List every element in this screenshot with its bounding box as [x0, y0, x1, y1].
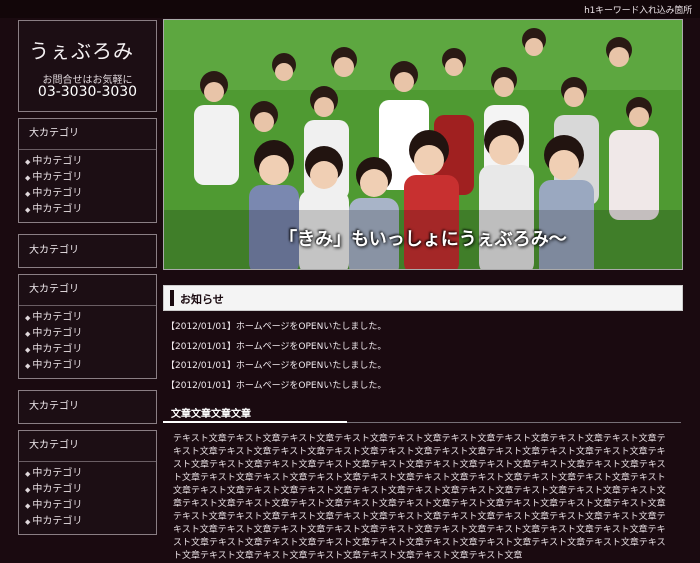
subcategory-item[interactable]: ◆ 中カテゴリ [25, 466, 156, 482]
news-item[interactable]: 【2012/01/01】ホームページをOPENいたしました。 [166, 319, 386, 339]
news-list: 【2012/01/01】ホームページをOPENいたしました。 【2012/01/… [166, 319, 386, 397]
bullet-icon: ◆ [25, 330, 31, 338]
category-box-3: 大カテゴリ ◆ 中カテゴリ ◆ 中カテゴリ ◆ 中カテゴリ ◆ 中カテゴリ [18, 274, 157, 379]
bullet-icon: ◆ [25, 502, 31, 510]
top-bar: h1キーワード入れ込み箇所 [0, 0, 700, 18]
bullet-icon: ◆ [25, 158, 31, 166]
section-underline [163, 421, 347, 423]
hero-image: 「きみ」もいっしょにうぇぶろみ〜 [163, 19, 683, 270]
bullet-icon: ◆ [25, 486, 31, 494]
subcategory-list: ◆ 中カテゴリ ◆ 中カテゴリ ◆ 中カテゴリ ◆ 中カテゴリ [19, 306, 156, 378]
subcategory-item[interactable]: ◆ 中カテゴリ [25, 358, 156, 374]
bullet-icon: ◆ [25, 206, 31, 214]
bullet-icon: ◆ [25, 346, 31, 354]
body-text: テキスト文章テキスト文章テキスト文章テキスト文章テキスト文章テキスト文章テキスト… [173, 434, 666, 561]
news-heading-box: お知らせ [163, 285, 683, 311]
category-box-4: 大カテゴリ [18, 390, 157, 424]
subcategory-item[interactable]: ◆ 中カテゴリ [25, 170, 156, 186]
news-item[interactable]: 【2012/01/01】ホームページをOPENいたしました。 [166, 358, 386, 378]
category-heading[interactable]: 大カテゴリ [19, 391, 156, 423]
news-item[interactable]: 【2012/01/01】ホームページをOPENいたしました。 [166, 339, 386, 359]
section-divider [347, 422, 681, 423]
section-title: 文章文章文章文章 [171, 409, 251, 420]
site-title[interactable]: うぇぶろみ [29, 35, 134, 64]
subcategory-item[interactable]: ◆ 中カテゴリ [25, 202, 156, 218]
hero-caption: 「きみ」もいっしょにうぇぶろみ〜 [279, 229, 567, 250]
category-box-2: 大カテゴリ [18, 234, 157, 268]
subcategory-list: ◆ 中カテゴリ ◆ 中カテゴリ ◆ 中カテゴリ ◆ 中カテゴリ [19, 150, 156, 222]
news-item[interactable]: 【2012/01/01】ホームページをOPENいたしました。 [166, 378, 386, 398]
site-logo-box[interactable]: うぇぶろみ お問合せはお気軽に 03-3030-3030 [18, 20, 157, 112]
subcategory-item[interactable]: ◆ 中カテゴリ [25, 326, 156, 342]
category-heading[interactable]: 大カテゴリ [19, 235, 156, 267]
bullet-icon: ◆ [25, 174, 31, 182]
phone-number: 03-3030-3030 [37, 84, 138, 100]
bullet-icon: ◆ [25, 362, 31, 370]
bullet-icon: ◆ [25, 314, 31, 322]
h1-keyword-text: h1キーワード入れ込み箇所 [584, 6, 692, 16]
subcategory-item[interactable]: ◆ 中カテゴリ [25, 310, 156, 326]
bullet-icon: ◆ [25, 190, 31, 198]
category-box-1: 大カテゴリ ◆ 中カテゴリ ◆ 中カテゴリ ◆ 中カテゴリ ◆ 中カテゴリ [18, 118, 157, 223]
category-heading[interactable]: 大カテゴリ [19, 119, 156, 150]
category-heading[interactable]: 大カテゴリ [19, 275, 156, 306]
subcategory-item[interactable]: ◆ 中カテゴリ [25, 186, 156, 202]
subcategory-list: ◆ 中カテゴリ ◆ 中カテゴリ ◆ 中カテゴリ ◆ 中カテゴリ [19, 462, 156, 534]
subcategory-item[interactable]: ◆ 中カテゴリ [25, 482, 156, 498]
category-box-5: 大カテゴリ ◆ 中カテゴリ ◆ 中カテゴリ ◆ 中カテゴリ ◆ 中カテゴリ [18, 430, 157, 535]
subcategory-item[interactable]: ◆ 中カテゴリ [25, 498, 156, 514]
bullet-icon: ◆ [25, 470, 31, 478]
subcategory-item[interactable]: ◆ 中カテゴリ [25, 514, 156, 530]
heading-accent-bar [170, 290, 174, 306]
subcategory-item[interactable]: ◆ 中カテゴリ [25, 342, 156, 358]
category-heading[interactable]: 大カテゴリ [19, 431, 156, 462]
subcategory-item[interactable]: ◆ 中カテゴリ [25, 154, 156, 170]
news-heading: お知らせ [180, 293, 224, 306]
